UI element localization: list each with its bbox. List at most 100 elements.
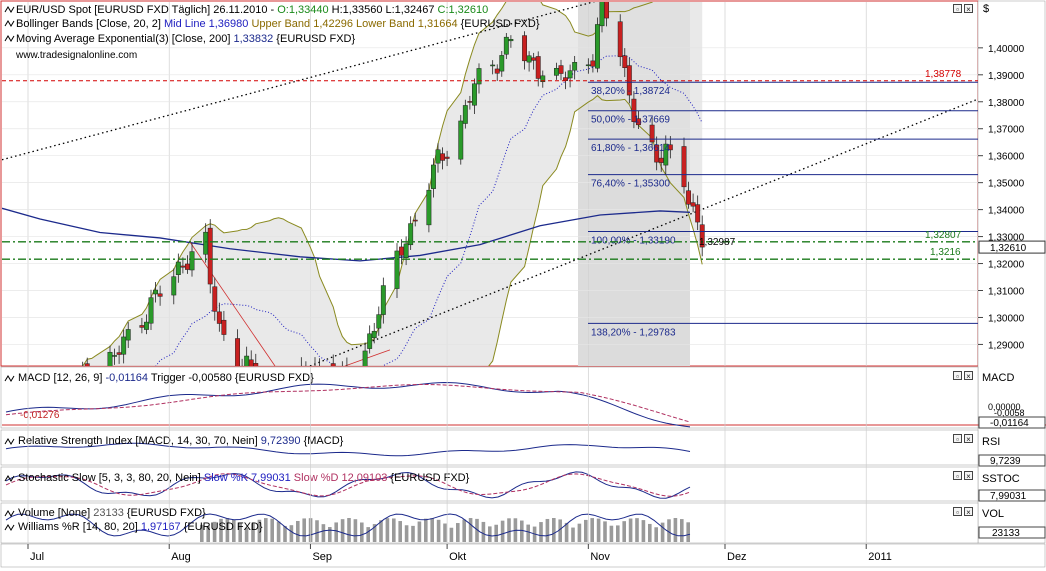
candle-body [244,355,250,366]
candle-body [444,156,450,159]
candle-body [467,101,473,103]
candle-body [435,149,441,164]
candle-body [180,265,186,268]
macd-axis-name: MACD [982,372,1014,384]
y-axis-label: 1,35000 [988,179,1025,190]
volume-bar [302,518,306,542]
candle-body [371,330,377,339]
candle-body [695,204,701,223]
vol-axis-name: VOL [982,508,1004,520]
rsi-minimize-button[interactable]: ▫ [953,434,962,444]
y-axis-label: 1,40000 [988,44,1025,55]
candle-body [622,55,628,68]
x-axis-label: Dez [727,551,747,563]
fib-level-label: 50,00% - 1,37669 [591,115,670,126]
volume-bar [398,521,402,542]
stoch-close-button[interactable]: × [964,471,973,481]
rsi-close-button[interactable]: × [964,434,973,444]
volume-bar [424,518,428,542]
vol-minimize-button[interactable]: ▫ [953,507,962,517]
main-minimize-button[interactable]: ▫ [953,4,962,14]
candle-body [494,68,500,74]
volume-bar [494,524,498,542]
volume-bar [334,522,338,542]
candle-body [458,120,464,160]
candle-body [171,276,177,296]
volume-bar [584,519,588,542]
rsi-title: Relative Strength Index [MACD, 14, 30, 7… [18,435,344,447]
candle-body [207,227,213,285]
fib-level-label: 38,20% - 1,38724 [591,86,670,97]
volume-bar [366,527,370,542]
x-axis-label: Sep [312,551,332,563]
header-line-2: Bollinger Bands [Close, 20, 2] Mid Line … [16,18,540,30]
candle-body [235,338,241,366]
candle-body [686,190,692,205]
y-axis-label: 1,38000 [988,98,1025,109]
macd-minimize-button[interactable]: ▫ [953,371,962,381]
volume-bar [347,518,351,542]
y-axis-label: 1,39000 [988,71,1025,82]
chart-svg[interactable]: 38,20% - 1,38724 50,00% - 1,37669 61,80% -… [0,0,1046,568]
macd-title: MACD [12, 26, 9] -0,01164 Trigger -0,005… [18,372,314,384]
volume-bar [616,525,620,542]
vol-title: Volume [None] 23133 {EURUSD FXD} [18,507,206,519]
candle-body [148,297,154,324]
stoch-axis-name: SSTOC [982,473,1020,485]
x-axis-label: 2011 [868,551,892,563]
volume-bar [526,524,530,542]
volume-bar [507,518,511,542]
x-axis-label: Aug [171,551,191,563]
candle-body [367,333,373,349]
candle-body [380,285,386,315]
candle-body [394,250,400,289]
chart-stage: 38,20% - 1,38724 50,00% - 1,37669 61,80% -… [0,0,1046,568]
candle-body [522,35,528,62]
volume-bar [552,518,556,542]
candle-body [471,83,477,106]
volume-bar [641,520,646,542]
resistance-label: 1,38778 [925,69,962,80]
website-label: www.tradesignalonline.com [15,50,137,61]
stoch-minimize-button[interactable]: ▫ [953,471,962,481]
x-axis-label: Okt [449,551,466,563]
volume-bar [456,523,460,542]
currency-symbol: $ [983,3,989,15]
candle-body [125,329,131,341]
main-close-button[interactable]: × [964,4,973,14]
candle-body [403,243,409,258]
fib-level-label: 138,20% - 1,29783 [591,327,676,338]
candle-body [157,293,163,297]
vol-close-button[interactable]: × [964,507,973,517]
volume-bar [680,519,684,542]
candle-body [604,2,610,19]
candle-body [430,164,436,189]
volume-bar [660,522,665,542]
candle-body [248,359,254,366]
volume-bar [264,518,268,542]
candle-body [508,39,514,42]
macd-close-button[interactable]: × [964,371,973,381]
candle-body [526,55,532,63]
fib-level-label: 61,80% - 1,36614 [591,143,670,154]
candle-body [440,153,446,161]
y-axis-label: 1,36000 [988,152,1025,163]
last-price-label: 1,32987 [699,237,736,248]
candle-body [658,157,664,163]
volume-bar [289,525,294,542]
candle-body [690,202,696,207]
volume-bar [328,527,332,542]
candle-body [116,352,122,355]
candle-body [212,286,218,312]
candle-body [121,336,127,355]
y-axis-label: 1,31000 [988,287,1025,298]
candle-body [617,21,623,58]
x-axis-label: Nov [590,551,610,563]
volume-bar [385,518,390,542]
candle-body [585,64,591,67]
volume-bar [635,518,639,542]
volume-bar [315,520,319,542]
candle-body [572,62,578,71]
volume-bar [411,525,415,542]
candle-body [189,251,195,271]
